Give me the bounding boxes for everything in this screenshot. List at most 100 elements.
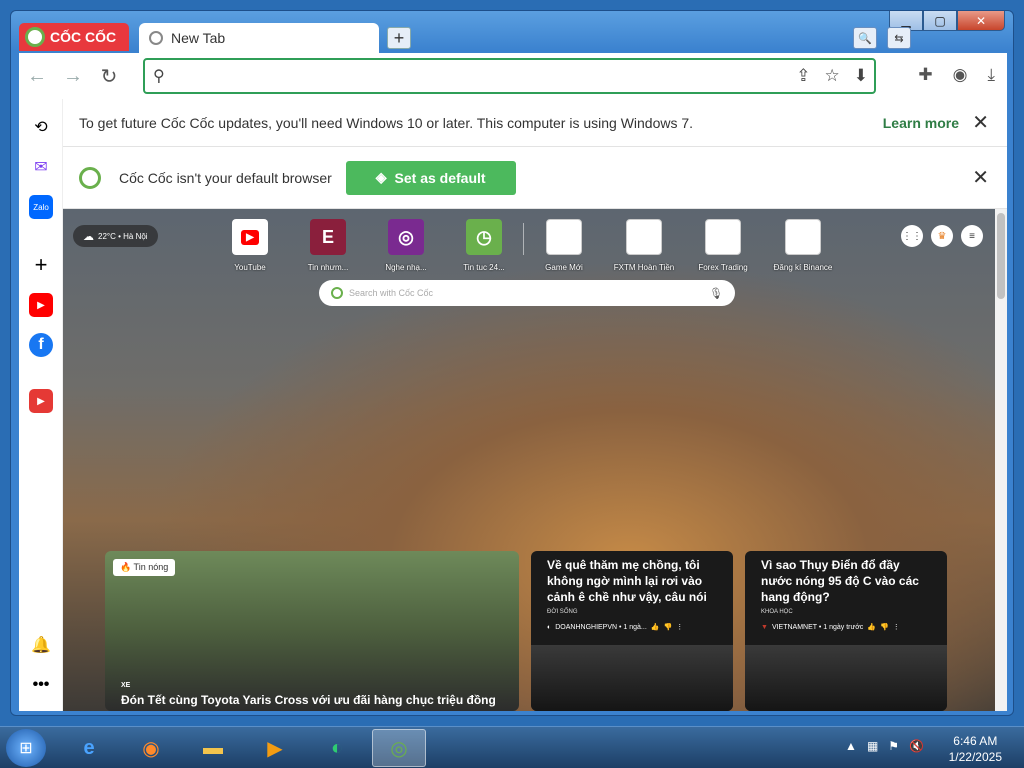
- tab-bar: CỐC CỐC New Tab + 🔍 ⇆: [17, 23, 1007, 53]
- speed-dial-youtube[interactable]: ▶ YouTube: [215, 219, 285, 272]
- e-icon: E: [310, 219, 346, 255]
- clock[interactable]: 6:46 AM 1/22/2025: [949, 733, 1002, 765]
- speed-dial-nghe-nhac[interactable]: ◎ Nghe nhạ...: [371, 219, 441, 272]
- toolbar-actions: ✚ ◉ ⤓: [918, 65, 995, 85]
- coccoc-taskbar-icon[interactable]: ◎: [372, 729, 426, 767]
- network-icon[interactable]: ▦: [867, 739, 878, 753]
- messenger-icon[interactable]: ✉: [29, 155, 53, 179]
- tab-new-tab[interactable]: New Tab: [139, 23, 379, 53]
- tab-title: New Tab: [171, 30, 226, 46]
- speed-dial-forex[interactable]: Forex Trading: [688, 219, 758, 272]
- firefox-icon[interactable]: ◉: [124, 729, 178, 767]
- learn-more-link[interactable]: Learn more: [883, 115, 959, 131]
- speed-dial-fxtm[interactable]: FXTM Hoàn Tiền: [609, 219, 679, 272]
- scrollbar-thumb[interactable]: [997, 213, 1005, 299]
- speed-dial-game-moi[interactable]: Game Mới: [529, 219, 599, 272]
- close-default-infobar-icon[interactable]: ✕: [972, 165, 989, 190]
- news-title: Về quê thăm mẹ chồng, tôi không ngờ mình…: [547, 558, 707, 604]
- more-icon[interactable]: ⋮: [676, 623, 683, 631]
- default-browser-infobar: Cốc Cốc isn't your default browser ◈ Set…: [63, 147, 1007, 209]
- speed-dial-label: Tin tuc 24...: [463, 263, 505, 272]
- news-image: [531, 645, 733, 711]
- clock-time: 6:46 AM: [953, 734, 998, 748]
- add-sidebar-item-icon[interactable]: +: [29, 252, 53, 277]
- news-source-text: DOANHNGHIEPVN • 1 ngà...: [555, 623, 647, 631]
- browser-app-icon[interactable]: ◐: [310, 729, 364, 767]
- coccoc-logo-icon: [79, 166, 101, 189]
- sidebar: ⟲ ✉ Zalo + ▶ f ▶ 🔔 •••: [19, 99, 63, 711]
- ntp-top-right-actions: ⋮⋮ ♛ ≡: [901, 225, 983, 247]
- source-logo-icon: ◐: [547, 623, 552, 631]
- like-icon[interactable]: 👍: [867, 623, 876, 631]
- ntp-search-box[interactable]: Search with Cốc Cốc 🎙: [319, 280, 735, 306]
- start-button[interactable]: ⊞: [6, 729, 46, 767]
- dislike-icon[interactable]: 👎: [880, 623, 889, 631]
- forward-button[interactable]: →: [55, 65, 91, 88]
- facebook-icon[interactable]: f: [29, 333, 53, 357]
- file-explorer-icon[interactable]: ▬: [186, 729, 240, 767]
- default-browser-message: Cốc Cốc isn't your default browser: [119, 169, 332, 186]
- ntp-search-placeholder: Search with Cốc Cốc: [349, 288, 434, 298]
- brand-label: CỐC CỐC: [50, 29, 117, 45]
- news-card-featured[interactable]: 🔥 Tin nóng XE Đón Tết cùng Toyota Yaris …: [105, 551, 519, 711]
- new-tab-button[interactable]: +: [387, 27, 411, 49]
- show-hidden-icons-icon[interactable]: ▲: [845, 739, 857, 753]
- close-update-infobar-icon[interactable]: ✕: [972, 110, 989, 135]
- media-player-icon[interactable]: ▶: [248, 729, 302, 767]
- notifications-bell-icon[interactable]: 🔔: [29, 633, 53, 657]
- set-as-default-button[interactable]: ◈ Set as default: [345, 160, 516, 195]
- windows-taskbar: ⊞ e ◉ ▬ ▶ ◐ ◎ ▲ ▦ ⚑ 🔇 6:46 AM 1/22/2025: [0, 726, 1024, 768]
- speed-dial-divider: [523, 223, 524, 255]
- zalo-icon[interactable]: Zalo: [29, 195, 53, 219]
- apps-grid-icon[interactable]: ⋮⋮: [901, 225, 923, 247]
- speed-dial-label: Forex Trading: [698, 263, 748, 272]
- news-card[interactable]: Về quê thăm mẹ chồng, tôi không ngờ mình…: [531, 551, 733, 711]
- browser-window: ▁ ▢ ✕ CỐC CỐC New Tab + 🔍 ⇆ ← → ↻ ⚲ ⇪ ☆ …: [10, 10, 1014, 716]
- address-bar[interactable]: ⚲ ⇪ ☆ ⬇: [143, 58, 876, 94]
- news-source: ▼ VIETNAMNET • 1 ngày trước 👍 👎 ⋮: [761, 623, 931, 632]
- more-options-icon[interactable]: •••: [29, 673, 53, 697]
- browser-toolbar: ← → ↻ ⚲ ⇪ ☆ ⬇ ✚ ◉ ⤓: [19, 53, 1007, 99]
- like-icon[interactable]: 👍: [651, 623, 660, 631]
- history-icon[interactable]: ⟲: [29, 115, 53, 139]
- omnibox-actions: ⇪ ☆ ⬇: [796, 66, 868, 86]
- internet-explorer-icon[interactable]: e: [62, 729, 116, 767]
- more-icon[interactable]: ⋮: [893, 623, 900, 631]
- reload-button[interactable]: ↻: [91, 64, 127, 89]
- back-button[interactable]: ←: [19, 65, 55, 88]
- search-tabs-icon[interactable]: 🔍: [853, 27, 877, 49]
- profile-icon[interactable]: ◉: [953, 65, 968, 85]
- system-tray: ▲ ▦ ⚑ 🔇: [845, 739, 924, 753]
- crown-icon[interactable]: ♛: [931, 225, 953, 247]
- speed-dial-tin-nhanh[interactable]: E Tin nhưm...: [293, 219, 363, 272]
- search-icon: ⚲: [153, 68, 165, 85]
- downloads-icon[interactable]: ⤓: [987, 65, 995, 85]
- tab-switch-icon[interactable]: ⇆: [887, 27, 911, 49]
- news-category: KHOA HỌC: [761, 609, 793, 615]
- page-scrollbar[interactable]: [995, 209, 1007, 711]
- news-source: ◐ DOANHNGHIEPVN • 1 ngà... 👍 👎 ⋮: [547, 623, 717, 632]
- set-as-default-label: Set as default: [394, 169, 486, 186]
- speed-dial-label: FXTM Hoàn Tiền: [613, 263, 675, 272]
- microphone-icon[interactable]: 🎙: [709, 287, 723, 300]
- share-icon[interactable]: ⇪: [796, 66, 810, 86]
- speed-dial-tin-tuc[interactable]: ◷ Tin tuc 24...: [449, 219, 519, 272]
- download-video-icon[interactable]: ⬇: [854, 66, 868, 86]
- extensions-icon[interactable]: ✚: [918, 65, 932, 85]
- customize-icon[interactable]: ≡: [961, 225, 983, 247]
- news-category: XE: [121, 682, 131, 689]
- video-app-icon[interactable]: ▶: [29, 389, 53, 413]
- youtube-sidebar-icon[interactable]: ▶: [29, 293, 53, 317]
- flag-icon[interactable]: ⚑: [888, 739, 899, 753]
- blank-site-icon: [626, 219, 662, 255]
- hot-news-badge: 🔥 Tin nóng: [113, 559, 176, 576]
- news-card[interactable]: Vì sao Thụy Điển đổ đầy nước nóng 95 độ …: [745, 551, 947, 711]
- bookmark-star-icon[interactable]: ☆: [825, 66, 840, 86]
- volume-muted-icon[interactable]: 🔇: [909, 739, 924, 753]
- weather-widget[interactable]: ☁ 22°C • Hà Nội: [73, 225, 158, 247]
- speed-dial-binance[interactable]: Đăng kí Binance: [768, 219, 838, 272]
- address-input[interactable]: [172, 68, 753, 84]
- coccoc-menu-button[interactable]: CỐC CỐC: [19, 23, 129, 51]
- dislike-icon[interactable]: 👎: [664, 623, 673, 631]
- youtube-icon: ▶: [232, 219, 268, 255]
